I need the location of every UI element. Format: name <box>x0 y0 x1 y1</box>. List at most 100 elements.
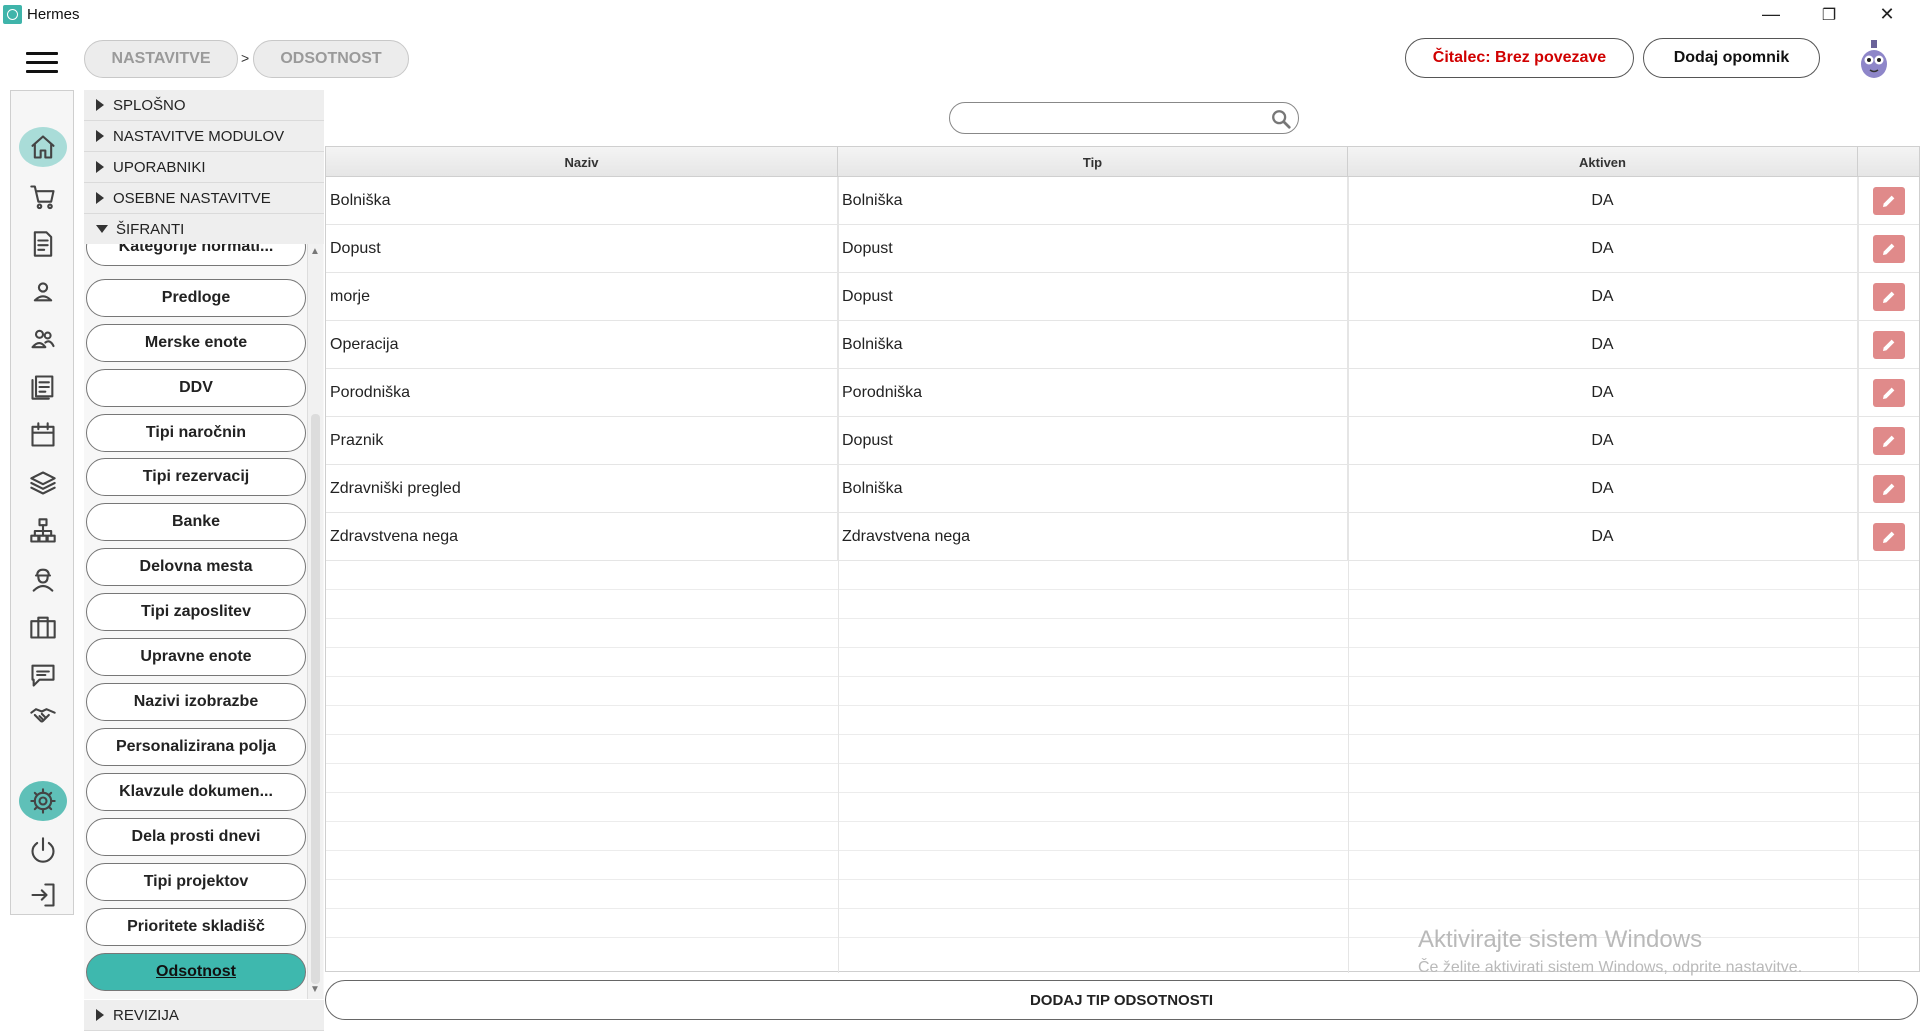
column-header-naziv[interactable]: Naziv <box>326 147 838 177</box>
table-row[interactable]: Operacija Bolniška DA <box>326 321 1919 369</box>
sifrant-personalizirana-polja[interactable]: Personalizirana polja <box>86 728 306 766</box>
sifrant-merske-enote[interactable]: Merske enote <box>86 324 306 362</box>
table-row[interactable]: Praznik Dopust DA <box>326 417 1919 465</box>
cell-tip: Dopust <box>838 273 1348 321</box>
network-icon[interactable] <box>27 515 59 547</box>
close-button[interactable]: ✕ <box>1858 0 1916 29</box>
sifrant-predloge[interactable]: Predloge <box>86 279 306 317</box>
scroll-thumb[interactable] <box>311 414 320 984</box>
sifrant-ddv[interactable]: DDV <box>86 369 306 407</box>
home-icon[interactable] <box>17 127 69 167</box>
empty-row <box>326 706 1919 735</box>
tree-section-label: REVIZIJA <box>113 1006 179 1024</box>
scroll-down-icon[interactable]: ▼ <box>310 984 320 995</box>
briefcase-icon[interactable] <box>27 611 59 643</box>
table-row[interactable]: Dopust Dopust DA <box>326 225 1919 273</box>
scroll-up-icon[interactable]: ▲ <box>310 246 320 257</box>
cell-aktiven: DA <box>1348 513 1858 561</box>
edit-button[interactable] <box>1872 523 1905 551</box>
sifrant-nazivi-izobrazbe[interactable]: Nazivi izobrazbe <box>86 683 306 721</box>
breadcrumb-nastavitve[interactable]: NASTAVITVE <box>84 40 238 78</box>
sifrant-tipi-zaposlitev[interactable]: Tipi zaposlitev <box>86 593 306 631</box>
sifrant-tipi-narocnin[interactable]: Tipi naročnin <box>86 414 306 452</box>
list-scrollbar[interactable]: ▲ ▼ <box>307 244 323 999</box>
cell-naziv: Praznik <box>326 417 838 465</box>
invoice-icon[interactable] <box>27 228 59 260</box>
sifrant-banke[interactable]: Banke <box>86 503 306 541</box>
edit-button[interactable] <box>1872 331 1905 359</box>
cell-naziv: Operacija <box>326 321 838 369</box>
column-header-aktiven[interactable]: Aktiven <box>1348 147 1858 177</box>
edit-button[interactable] <box>1872 475 1905 503</box>
cell-naziv: Zdravniški pregled <box>326 465 838 513</box>
empty-row <box>326 590 1919 619</box>
tree-section-uporabniki[interactable]: UPORABNIKI <box>84 152 324 183</box>
minimize-button[interactable]: — <box>1742 0 1800 29</box>
add-reminder-button[interactable]: Dodaj opomnik <box>1643 38 1820 78</box>
sifranti-list: Kategorije normati... Predloge Merske en… <box>84 244 324 999</box>
tree-section-osebne-nastavitve[interactable]: OSEBNE NASTAVITVE <box>84 183 324 214</box>
sifrant-odsotnost[interactable]: Odsotnost <box>86 953 306 991</box>
handshake-icon[interactable] <box>27 699 59 731</box>
table-row[interactable]: Bolniška Bolniška DA <box>326 177 1919 225</box>
cell-tip: Bolniška <box>838 465 1348 513</box>
users-icon[interactable] <box>27 323 59 355</box>
cell-tip: Porodniška <box>838 369 1348 417</box>
sifrant-kategorije-normativov[interactable]: Kategorije normati... <box>86 244 306 266</box>
edit-button[interactable] <box>1872 427 1905 455</box>
table-row[interactable]: morje Dopust DA <box>326 273 1919 321</box>
search-input[interactable] <box>949 102 1299 134</box>
worker-icon[interactable] <box>27 563 59 595</box>
pencil-icon <box>1882 531 1894 543</box>
column-header-tip[interactable]: Tip <box>838 147 1348 177</box>
sifrant-dela-prosti-dnevi[interactable]: Dela prosti dnevi <box>86 818 306 856</box>
tree-section-nastavitve-modulov[interactable]: NASTAVITVE MODULOV <box>84 121 324 152</box>
edit-button[interactable] <box>1872 235 1905 263</box>
edit-button[interactable] <box>1872 283 1905 311</box>
layers-icon[interactable] <box>27 467 59 499</box>
user-icon[interactable] <box>27 275 59 307</box>
table-row[interactable]: Zdravstvena nega Zdravstvena nega DA <box>326 513 1919 561</box>
breadcrumb-odsotnost[interactable]: ODSOTNOST <box>253 40 409 78</box>
avatar-mascot-icon[interactable] <box>1858 38 1890 80</box>
sifrant-delovna-mesta[interactable]: Delovna mesta <box>86 548 306 586</box>
restore-button[interactable]: ❐ <box>1800 0 1858 29</box>
column-header-actions <box>1858 147 1919 177</box>
reader-status-button[interactable]: Čitalec: Brez povezave <box>1405 38 1634 78</box>
logout-icon[interactable] <box>27 879 59 911</box>
gear-icon[interactable] <box>17 781 69 821</box>
cell-tip: Bolniška <box>838 321 1348 369</box>
table-row[interactable]: Zdravniški pregled Bolniška DA <box>326 465 1919 513</box>
pencil-icon <box>1882 435 1894 447</box>
sifrant-klavzule-dokumentov[interactable]: Klavzule dokumen... <box>86 773 306 811</box>
sifrant-upravne-enote[interactable]: Upravne enote <box>86 638 306 676</box>
cart-icon[interactable] <box>27 181 59 213</box>
settings-tree: SPLOŠNO NASTAVITVE MODULOV UPORABNIKI OS… <box>84 90 324 245</box>
sifrant-prioritete-skladisc[interactable]: Prioritete skladišč <box>86 908 306 946</box>
chat-icon[interactable] <box>27 659 59 691</box>
tree-section-label: ŠIFRANTI <box>116 220 185 238</box>
sifrant-tipi-rezervacij[interactable]: Tipi rezervacij <box>86 458 306 496</box>
cell-aktiven: DA <box>1348 273 1858 321</box>
table-row[interactable]: Porodniška Porodniška DA <box>326 369 1919 417</box>
documents-icon[interactable] <box>27 371 59 403</box>
pencil-icon <box>1882 243 1894 255</box>
edit-button[interactable] <box>1872 187 1905 215</box>
empty-row <box>326 822 1919 851</box>
edit-button[interactable] <box>1872 379 1905 407</box>
search-icon[interactable] <box>1270 108 1292 130</box>
power-icon[interactable] <box>27 834 59 866</box>
pencil-icon <box>1882 387 1894 399</box>
empty-row <box>326 880 1919 909</box>
tree-section-splosno[interactable]: SPLOŠNO <box>84 90 324 121</box>
tree-section-sifranti[interactable]: ŠIFRANTI <box>84 214 324 245</box>
cell-tip: Bolniška <box>838 177 1348 225</box>
cell-aktiven: DA <box>1348 321 1858 369</box>
calendar-icon[interactable] <box>27 419 59 451</box>
sifrant-tipi-projektov[interactable]: Tipi projektov <box>86 863 306 901</box>
empty-row <box>326 677 1919 706</box>
tree-section-revizija[interactable]: REVIZIJA <box>84 1000 324 1031</box>
add-absence-type-button[interactable]: DODAJ TIP ODSOTNOSTI <box>325 980 1918 1020</box>
cell-tip: Dopust <box>838 225 1348 273</box>
menu-icon[interactable] <box>26 52 58 74</box>
